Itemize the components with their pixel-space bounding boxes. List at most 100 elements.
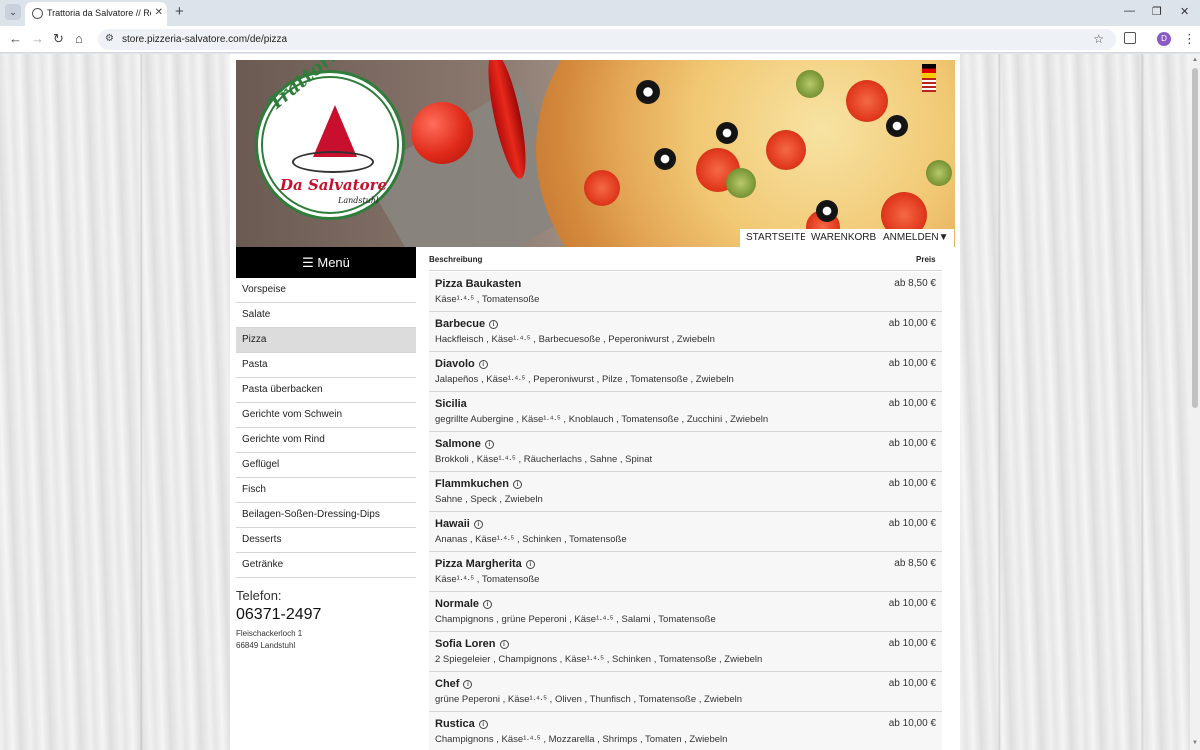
- nav-warenkorb[interactable]: WARENKORB: [805, 229, 883, 247]
- product-ingredients: Jalapeños , Käse¹·⁴·⁵ , Peperoniwurst , …: [435, 374, 734, 385]
- close-tab-icon[interactable]: ✕: [155, 7, 163, 18]
- product-ingredients: Champignons , grüne Peperoni , Käse¹·⁴·⁵…: [435, 614, 716, 625]
- broccoli: [796, 70, 824, 98]
- nav-anmelden[interactable]: ANMELDEN▼: [877, 229, 955, 247]
- logo-name-text: Da Salvatore: [280, 176, 388, 194]
- sidebar-item-pasta-ueberbacken[interactable]: Pasta überbacken: [236, 378, 416, 403]
- product-name: Salmone i: [435, 438, 494, 450]
- url-text[interactable]: store.pizzeria-salvatore.com/de/pizza: [122, 34, 287, 45]
- info-icon[interactable]: i: [478, 720, 488, 729]
- tomato: [411, 102, 473, 164]
- profile-avatar[interactable]: D: [1157, 32, 1171, 46]
- sidebar-item-desserts[interactable]: Desserts: [236, 528, 416, 553]
- product-row[interactable]: Chef i grüne Peperoni , Käse¹·⁴·⁵ , Olive…: [429, 672, 942, 712]
- info-icon[interactable]: i: [499, 640, 509, 649]
- tomato-slice: [846, 80, 888, 122]
- product-row[interactable]: Diavolo i Jalapeños , Käse¹·⁴·⁵ , Peperon…: [429, 352, 942, 392]
- product-price: ab 8,50 €: [894, 278, 936, 289]
- product-price: ab 8,50 €: [894, 558, 936, 569]
- new-tab-button[interactable]: +: [175, 3, 184, 20]
- tab-search-icon[interactable]: ⌄: [5, 4, 21, 20]
- browser-menu-icon[interactable]: ⋮: [1183, 31, 1196, 47]
- info-icon[interactable]: i: [489, 320, 499, 329]
- product-price: ab 10,00 €: [888, 318, 936, 329]
- product-row[interactable]: Sicilia gegrillte Aubergine , Käse¹·⁴·⁵ …: [429, 392, 942, 432]
- browser-toolbar: ← → ↻ ⌂ ⚙ store.pizzeria-salvatore.com/d…: [0, 26, 1200, 53]
- product-row[interactable]: Pizza Baukasten Käse¹·⁴·⁵ , Tomatensoße …: [429, 272, 942, 312]
- product-price: ab 10,00 €: [888, 518, 936, 529]
- info-icon[interactable]: i: [483, 600, 493, 609]
- product-name: Rustica i: [435, 718, 488, 730]
- product-row[interactable]: Normale i Champignons , grüne Peperoni , …: [429, 592, 942, 632]
- german-flag-icon[interactable]: [922, 64, 936, 78]
- reload-icon[interactable]: ↻: [53, 31, 64, 47]
- product-ingredients: gegrillte Aubergine , Käse¹·⁴·⁵ , Knobla…: [435, 414, 769, 425]
- sidebar-item-getraenke[interactable]: Getränke: [236, 553, 416, 578]
- minimize-icon[interactable]: —: [1124, 5, 1135, 17]
- sidebar-item-beilagen[interactable]: Beilagen-Soßen-Dressing-Dips: [236, 503, 416, 528]
- olive: [816, 200, 838, 222]
- product-name: Flammkuchen i: [435, 478, 522, 490]
- sidebar-item-vorspeise[interactable]: Vorspeise: [236, 278, 416, 303]
- page-container: Trattoria Da Salvatore Landstuhl STARTSE…: [230, 54, 960, 750]
- product-row[interactable]: Barbecue i Hackfleisch , Käse¹·⁴·⁵ , Barb…: [429, 312, 942, 352]
- scroll-down-icon[interactable]: ▼: [1192, 740, 1198, 746]
- sidebar-item-schwein[interactable]: Gerichte vom Schwein: [236, 403, 416, 428]
- scroll-up-icon[interactable]: ▲: [1192, 57, 1198, 63]
- sidebar-item-gefluegel[interactable]: Geflügel: [236, 453, 416, 478]
- sidebar-item-salate[interactable]: Salate: [236, 303, 416, 328]
- product-ingredients: grüne Peperoni , Käse¹·⁴·⁵ , Oliven , Th…: [435, 694, 743, 705]
- product-ingredients: Käse¹·⁴·⁵ , Tomatensoße: [435, 574, 540, 585]
- broccoli: [726, 168, 756, 198]
- product-price: ab 10,00 €: [888, 358, 936, 369]
- sidebar-item-fisch[interactable]: Fisch: [236, 478, 416, 503]
- product-row[interactable]: Flammkuchen i Sahne , Speck , Zwiebeln ab…: [429, 472, 942, 512]
- scrollbar-thumb[interactable]: [1192, 68, 1198, 408]
- nav-startseite[interactable]: STARTSEITE: [740, 229, 813, 247]
- product-row[interactable]: Salmone i Brokkoli , Käse¹·⁴·⁵ , Räucherl…: [429, 432, 942, 472]
- product-price: ab 10,00 €: [888, 638, 936, 649]
- site-info-icon[interactable]: ⚙: [105, 33, 114, 44]
- product-ingredients: Brokkoli , Käse¹·⁴·⁵ , Räucherlachs , Sa…: [435, 454, 653, 465]
- window-close-icon[interactable]: ✕: [1180, 5, 1189, 18]
- info-icon[interactable]: i: [484, 440, 494, 449]
- product-ingredients: 2 Spiegeleier , Champignons , Käse¹·⁴·⁵ …: [435, 654, 763, 665]
- tab-strip: ⌄ Trattoria da Salvatore // Restaurant ✕…: [0, 0, 1200, 26]
- product-row[interactable]: Hawaii i Ananas , Käse¹·⁴·⁵ , Schinken , …: [429, 512, 942, 552]
- address-bar[interactable]: ⚙ store.pizzeria-salvatore.com/de/pizza …: [98, 29, 1116, 50]
- sidebar-item-pizza[interactable]: Pizza: [236, 328, 416, 353]
- product-name: Hawaii i: [435, 518, 483, 530]
- info-icon[interactable]: i: [512, 480, 522, 489]
- product-row[interactable]: Pizza Margherita i Käse¹·⁴·⁵ , Tomatensoß…: [429, 552, 942, 592]
- product-name: Normale i: [435, 598, 493, 610]
- info-icon[interactable]: i: [463, 680, 473, 689]
- header-divider: [429, 270, 942, 271]
- product-row[interactable]: Sofia Loren i 2 Spiegeleier , Champignons…: [429, 632, 942, 672]
- bookmark-star-icon[interactable]: ☆: [1093, 32, 1104, 46]
- sail-icon: [313, 105, 357, 157]
- menu-header[interactable]: ☰ Menü: [236, 247, 416, 278]
- extensions-icon[interactable]: [1124, 32, 1136, 44]
- tab-title: Trattoria da Salvatore // Restaurant: [47, 8, 151, 18]
- home-icon[interactable]: ⌂: [75, 31, 83, 46]
- browser-tab[interactable]: Trattoria da Salvatore // Restaurant ✕: [25, 2, 167, 26]
- language-flags[interactable]: [922, 64, 952, 92]
- address-street: Fleischackerloch 1: [236, 629, 303, 638]
- maximize-icon[interactable]: ❐: [1152, 5, 1162, 18]
- phone-number[interactable]: 06371-2497: [236, 606, 321, 624]
- info-icon[interactable]: i: [473, 520, 483, 529]
- sidebar-item-rind[interactable]: Gerichte vom Rind: [236, 428, 416, 453]
- column-header-price: Preis: [916, 255, 936, 264]
- us-flag-icon[interactable]: [922, 78, 936, 92]
- product-price: ab 10,00 €: [888, 598, 936, 609]
- product-ingredients: Ananas , Käse¹·⁴·⁵ , Schinken , Tomatens…: [435, 534, 627, 545]
- address-city: 66849 Landstuhl: [236, 641, 296, 650]
- restaurant-logo[interactable]: Trattoria Da Salvatore Landstuhl: [255, 60, 405, 220]
- olive: [654, 148, 676, 170]
- forward-icon[interactable]: →: [31, 31, 44, 46]
- product-row[interactable]: Rustica i Champignons , Käse¹·⁴·⁵ , Mozza…: [429, 712, 942, 750]
- back-icon[interactable]: ←: [9, 31, 22, 46]
- sidebar-item-pasta[interactable]: Pasta: [236, 353, 416, 378]
- info-icon[interactable]: i: [525, 560, 535, 569]
- info-icon[interactable]: i: [478, 360, 488, 369]
